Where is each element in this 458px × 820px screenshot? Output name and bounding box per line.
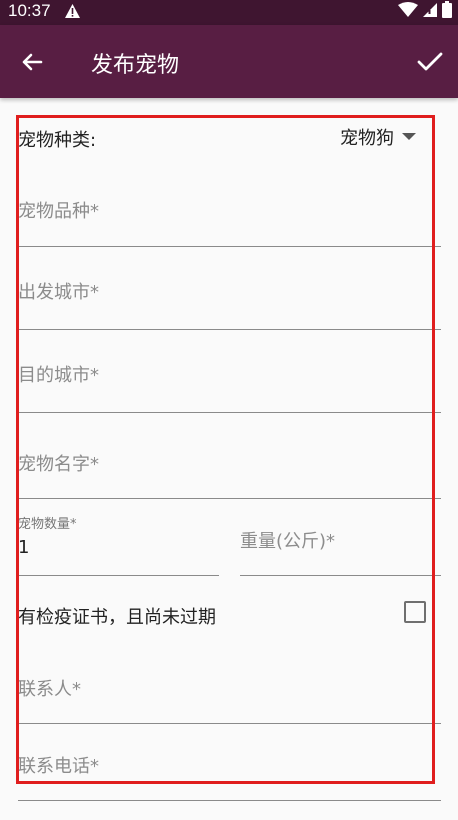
weight-underline	[240, 575, 441, 576]
from-city-underline	[18, 329, 441, 330]
contact-phone-input[interactable]: 联系电话*	[18, 752, 99, 778]
weight-input[interactable]: 重量(公斤)*	[240, 527, 335, 553]
dropdown-arrow-icon	[402, 133, 416, 140]
back-button[interactable]	[14, 46, 50, 78]
breed-underline	[18, 246, 441, 247]
status-icons	[398, 1, 452, 23]
quarantine-checkbox[interactable]	[404, 601, 426, 623]
to-city-underline	[18, 412, 441, 413]
breed-input[interactable]: 宠物品种*	[18, 197, 99, 223]
submit-button[interactable]	[412, 45, 448, 79]
status-time: 10:37	[8, 1, 51, 20]
pet-name-underline	[18, 498, 441, 499]
contact-name-input[interactable]: 联系人*	[18, 675, 81, 701]
from-city-input[interactable]: 出发城市*	[18, 278, 99, 304]
page-title: 发布宠物	[91, 53, 180, 78]
pet-type-label: 宠物种类:	[18, 130, 97, 151]
status-bar: 10:37	[0, 0, 458, 25]
pet-name-input[interactable]: 宠物名字*	[18, 450, 99, 476]
app-bar: 发布宠物	[0, 25, 458, 98]
check-icon	[417, 52, 443, 71]
wifi-icon	[398, 1, 418, 23]
alert-icon	[64, 3, 81, 24]
contact-name-underline	[18, 723, 441, 724]
pet-type-dropdown[interactable]: 宠物狗	[340, 125, 416, 149]
quantity-input[interactable]: 1	[18, 537, 29, 558]
contact-phone-underline	[18, 800, 441, 801]
quarantine-label: 有检疫证书，且尚未过期	[18, 607, 216, 628]
quantity-label: 宠物数量*	[18, 517, 77, 532]
arrow-left-icon	[22, 53, 43, 71]
signal-icon	[422, 2, 438, 23]
quantity-underline	[18, 575, 219, 576]
to-city-input[interactable]: 目的城市*	[18, 361, 99, 387]
pet-type-value: 宠物狗	[340, 128, 394, 149]
battery-icon	[442, 1, 452, 23]
